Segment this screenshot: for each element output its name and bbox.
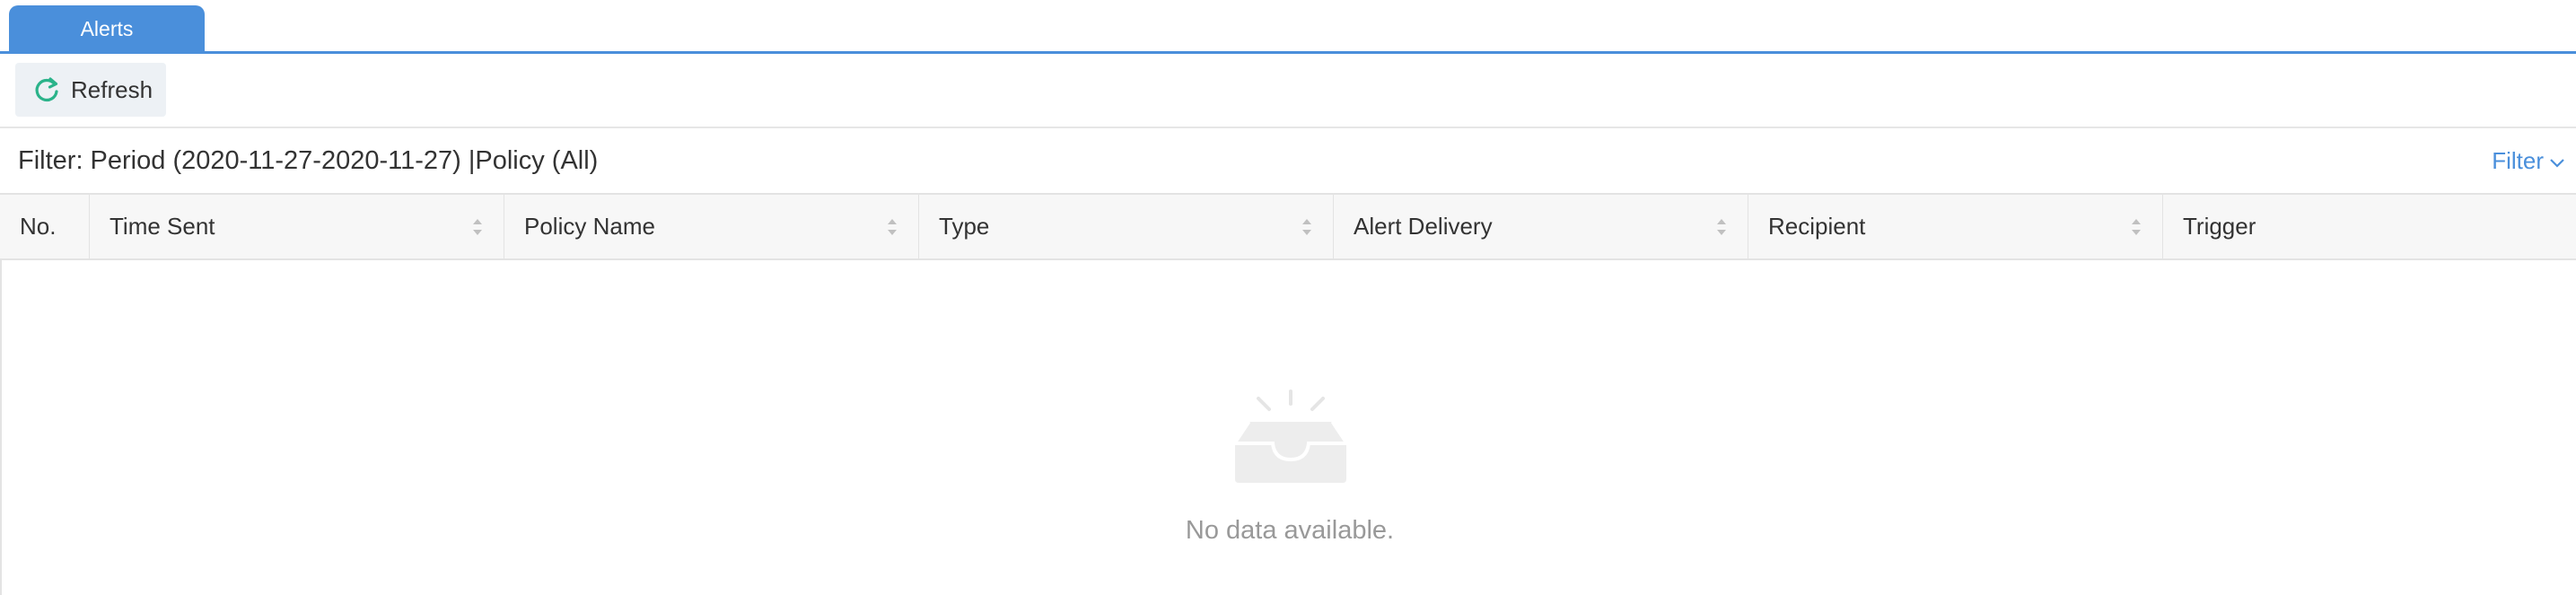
column-label: Alert Delivery [1354,213,1493,240]
tab-alerts[interactable]: Alerts [9,5,205,52]
column-header-type[interactable]: Type [919,195,1334,258]
column-header-no: No. [0,195,90,258]
refresh-icon [35,77,58,102]
column-label: Type [939,213,990,240]
filter-summary: Filter: Period (2020-11-27-2020-11-27) |… [18,146,599,175]
column-header-recipient[interactable]: Recipient [1748,195,2163,258]
filter-link-label: Filter [2492,147,2544,174]
filter-toggle[interactable]: Filter [2492,128,2565,193]
sort-icon[interactable] [1301,216,1313,238]
empty-message: No data available. [1185,516,1395,545]
column-header-alert-delivery[interactable]: Alert Delivery [1334,195,1748,258]
refresh-button[interactable]: Refresh [15,63,166,117]
column-label: Recipient [1768,213,1866,240]
column-header-policy-name[interactable]: Policy Name [504,195,919,258]
column-label: Time Sent [110,213,215,240]
tab-bar: Alerts [0,0,2576,54]
table-header: No. Time Sent Policy Name Type Alert Del… [0,193,2576,260]
toolbar: Refresh [0,54,2576,128]
column-label: Policy Name [524,213,655,240]
refresh-label: Refresh [71,76,153,103]
column-label: Trigger [2183,213,2256,240]
column-header-time-sent[interactable]: Time Sent [90,195,504,258]
column-header-trigger: Trigger [2163,195,2576,258]
sort-icon[interactable] [1715,216,1728,238]
column-label: No. [20,213,57,240]
sort-icon[interactable] [471,216,484,238]
sort-icon[interactable] [886,216,898,238]
chevron-down-icon [2550,159,2564,168]
empty-inbox-icon [1233,389,1348,483]
table-body: No data available. [0,260,2576,595]
filter-bar: Filter: Period (2020-11-27-2020-11-27) |… [0,128,2576,193]
sort-icon[interactable] [2130,216,2142,238]
